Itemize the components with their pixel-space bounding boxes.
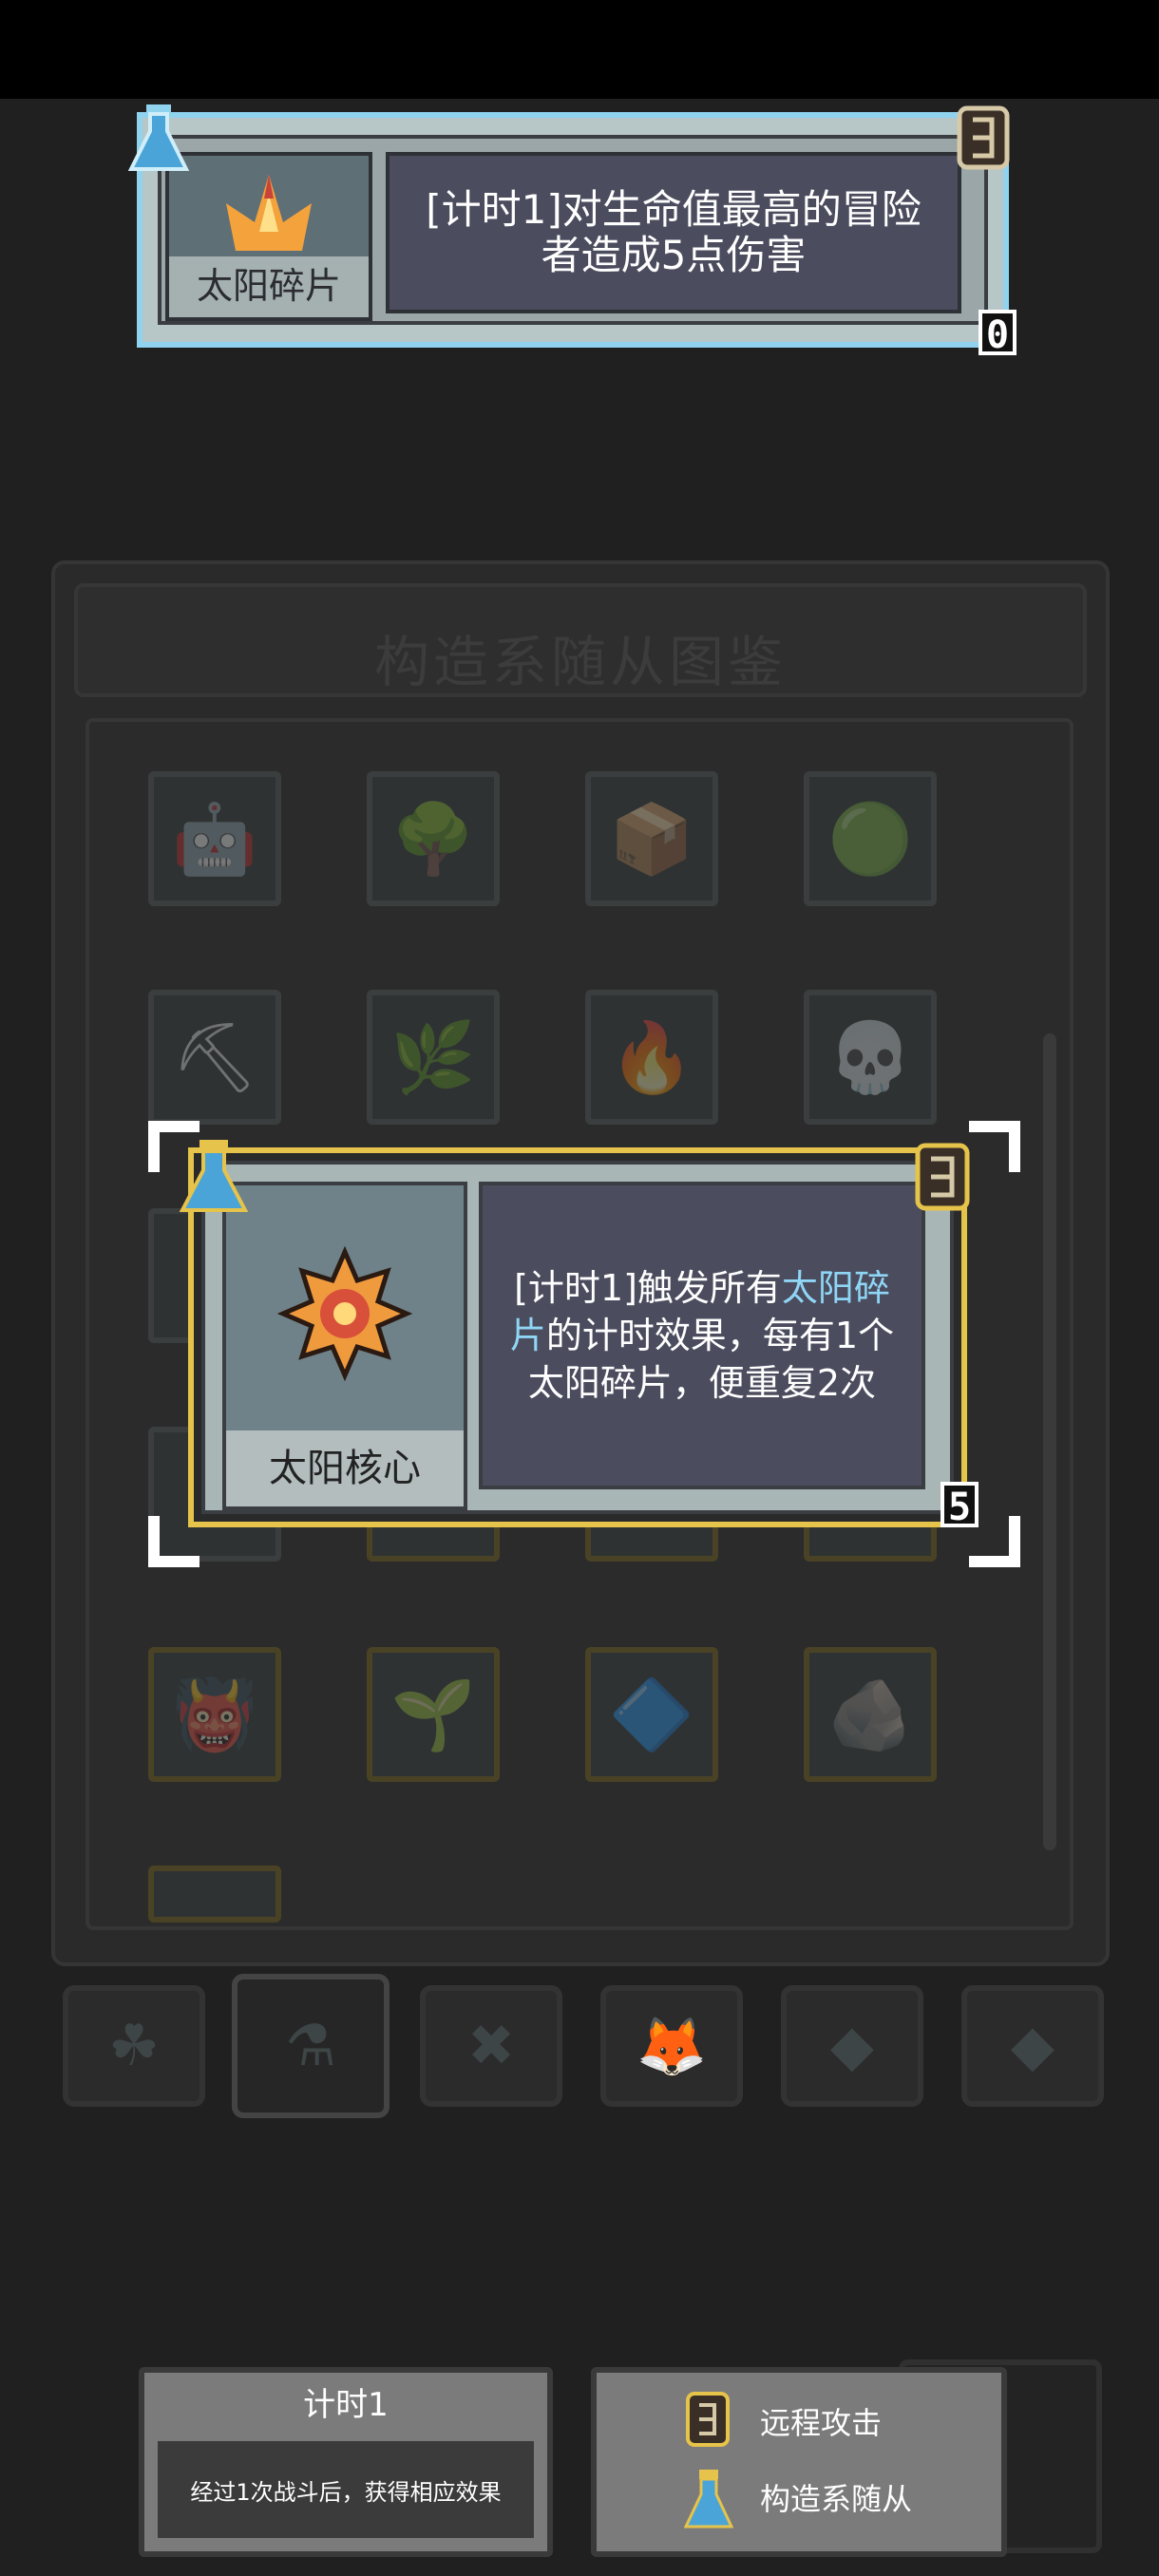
flask-icon: ⚗ [285,2013,336,2079]
minion-slot[interactable]: 👹 [148,1647,281,1782]
minion-slot[interactable]: 💀 [804,990,937,1125]
keyword-description: 经过1次战斗后，获得相应效果 [158,2441,534,2538]
level-badge: 5 [940,1482,978,1529]
legend-label: 构造系随从 [760,2481,913,2517]
minion-slot[interactable]: 🔷 [585,1647,718,1782]
sun-core-icon [276,1245,413,1382]
tab-construct[interactable]: ⚗ [232,1974,390,2118]
flask-icon [125,103,192,175]
flask-icon [683,2468,734,2530]
robot-icon: 🤖 [172,798,257,879]
minion-slot[interactable]: 🪨 [804,1647,937,1782]
description-text: 的计时效果，每有1个太阳碎片，便重复2次 [527,1315,895,1404]
tab-clover[interactable]: ☘ [63,1985,205,2107]
minion-slot[interactable]: 🌱 [367,1647,500,1782]
keyword-info-panel: 计时1 经过1次战斗后，获得相应效果 [139,2367,553,2557]
mimic-chest-icon: 📦 [609,798,694,879]
clover-icon: ☘ [108,2013,160,2079]
tab-gem-2[interactable]: ◆ [961,1985,1104,2107]
tree-golem-icon: 🌳 [390,798,476,879]
fox-head-icon: 🦊 [636,2013,708,2080]
minion-slot[interactable]: 🔥 [585,990,718,1125]
pickaxe-icon: ⛏ [171,1016,258,1097]
collection-title: 构造系随从图鉴 [373,630,787,694]
diamond-icon: ◆ [829,2013,875,2079]
slime-icon: 🟢 [827,798,913,879]
card-art [165,152,372,264]
tab-beast[interactable]: 🦊 [600,1985,743,2107]
sun-core-card: 太阳核心 [计时1]触发所有太阳碎片的计时效果，每有1个太阳碎片，便重复2次 [188,1147,967,1527]
description-text: [计时1]触发所有 [514,1267,782,1309]
keyword-title: 计时1 [303,2386,389,2424]
minion-slot[interactable]: 🤖 [148,771,281,906]
ranged-attack-icon [954,103,1013,173]
minion-slot[interactable]: 🟢 [804,771,937,906]
rune-tablet-icon: 🔷 [609,1674,694,1754]
crossed-bones-icon: ✖ [466,2013,516,2079]
icon-legend-panel: 远程攻击 构造系随从 [591,2367,1007,2557]
diamond-icon: ◆ [1010,2013,1055,2079]
legend-label: 远程攻击 [760,2405,883,2441]
minion-slot[interactable] [148,1866,281,1923]
card-name: 太阳碎片 [165,256,372,321]
minion-slot[interactable]: 🌳 [367,771,500,906]
flask-icon [177,1136,251,1218]
skull-golem-icon: 💀 [827,1016,913,1097]
card-art [222,1182,467,1438]
flame-icon [226,175,312,251]
sun-fragment-card: 太阳碎片 [计时1]对生命值最高的冒险者造成5点伤害 [137,112,1009,348]
collection-scrollbar[interactable] [1043,1033,1056,1850]
selection-corner [969,1121,1020,1172]
status-bar [0,0,1159,99]
card-name: 太阳核心 [222,1430,467,1510]
tab-gem-1[interactable]: ◆ [781,1985,923,2107]
ranged-attack-icon [684,2390,732,2449]
vine-frame-icon: 🌿 [390,1016,476,1097]
minion-slot[interactable]: ⛏ [148,990,281,1125]
plant-monster-icon: 🌱 [390,1674,476,1754]
card-description: [计时1]对生命值最高的冒险者造成5点伤害 [386,152,961,313]
demon-icon: 👹 [172,1674,257,1754]
card-description: [计时1]触发所有太阳碎片的计时效果，每有1个太阳碎片，便重复2次 [479,1182,925,1489]
ranged-attack-icon [912,1140,973,1214]
level-badge: 0 [978,310,1016,357]
tab-undead[interactable]: ✖ [420,1985,562,2107]
minion-slot[interactable]: 🌿 [367,990,500,1125]
minion-slot[interactable]: 📦 [585,771,718,906]
rock-golem-icon: 🪨 [827,1674,913,1754]
flame-icon: 🔥 [609,1016,694,1097]
